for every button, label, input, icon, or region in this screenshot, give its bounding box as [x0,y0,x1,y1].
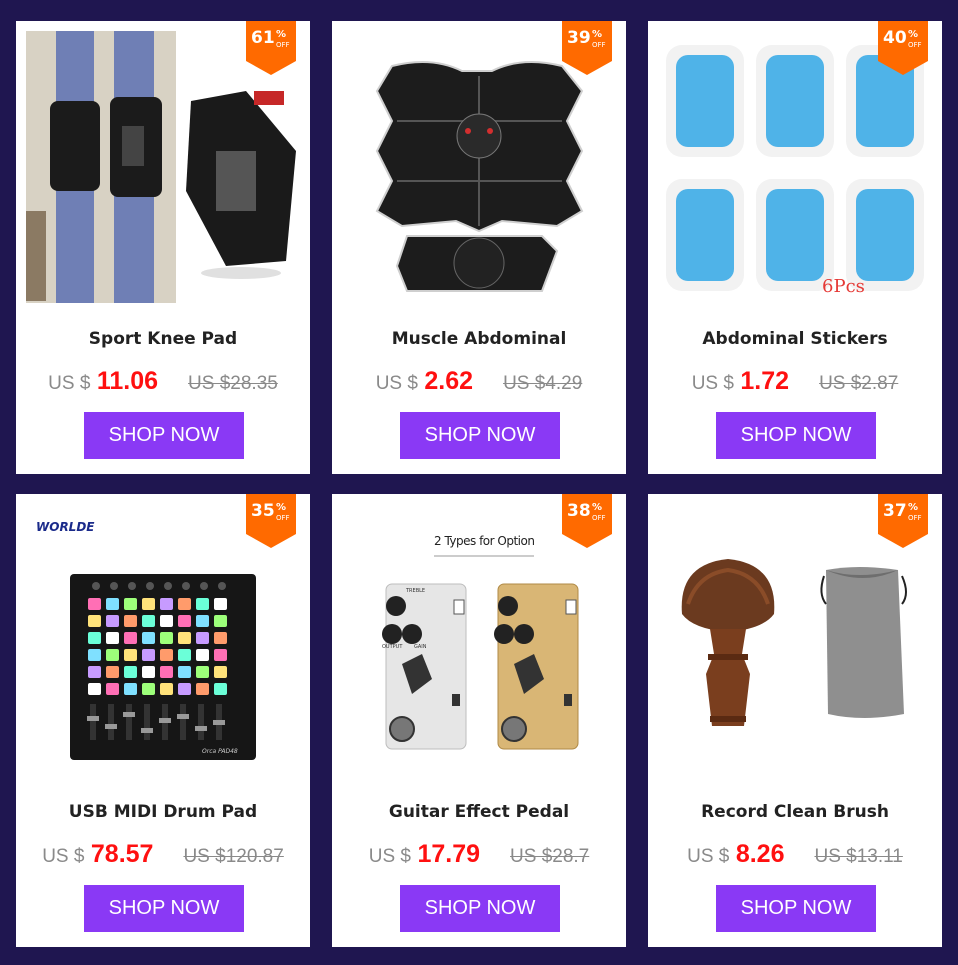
price-row: US $ 1.72 US $2.87 [648,367,942,396]
current-price: US $ 78.57 [42,840,153,869]
shop-now-button[interactable]: SHOP NOW [400,412,560,459]
discount-badge: 61 % OFF [246,21,296,75]
product-title[interactable]: Record Clean Brush [648,802,942,822]
currency: US $ [48,373,91,394]
product-title[interactable]: Abdominal Stickers [648,329,942,349]
price-value: 78.57 [90,840,154,868]
off-label: OFF [592,514,606,522]
product-card-muscle-abdominal[interactable]: 39 % OFF Muscle Abdominal US $ 2.62 US $… [332,21,626,474]
product-card-guitar-pedal[interactable]: 2 Types for Option TREBLE OUTPUT GAIN 38… [332,494,626,947]
percent-sign: % [908,29,919,40]
percent-sign: % [908,502,919,513]
shop-now-button[interactable]: SHOP NOW [716,412,876,459]
pedal-label-output: OUTPUT [382,644,403,650]
original-price: US $120.87 [183,846,284,867]
percent-sign: % [276,29,287,40]
original-price: US $2.87 [819,373,899,394]
price-value: 2.62 [424,367,474,395]
price-row: US $ 2.62 US $4.29 [332,367,626,396]
shop-now-button[interactable]: SHOP NOW [400,885,560,932]
product-card-clean-brush[interactable]: 37 % OFF Record Clean Brush US $ 8.26 US… [648,494,942,947]
product-title[interactable]: Sport Knee Pad [16,329,310,349]
discount-value: 37 [883,501,907,521]
original-price: US $4.29 [503,373,583,394]
off-label: OFF [908,514,922,522]
original-price: US $28.7 [510,846,590,867]
off-label: OFF [908,41,922,49]
off-label: OFF [276,41,290,49]
current-price: US $ 1.72 [692,367,789,396]
image-caption: 6Pcs [822,276,865,297]
product-card-knee-pad[interactable]: 61 % OFF Sport Knee Pad US $ 11.06 US $2… [16,21,310,474]
price-value: 1.72 [740,367,790,395]
original-price: US $28.35 [188,373,278,394]
product-title[interactable]: Guitar Effect Pedal [332,802,626,822]
current-price: US $ 8.26 [687,840,784,869]
discount-value: 61 [251,28,275,48]
currency: US $ [368,846,411,867]
off-label: OFF [592,41,606,49]
discount-badge: 38 % OFF [562,494,612,548]
off-label: OFF [276,514,290,522]
percent-sign: % [592,29,603,40]
percent-sign: % [276,502,287,513]
shop-now-button[interactable]: SHOP NOW [716,885,876,932]
price-row: US $ 8.26 US $13.11 [648,840,942,869]
price-value: 11.06 [96,367,159,395]
price-row: US $ 17.79 US $28.7 [332,840,626,869]
shop-now-button[interactable]: SHOP NOW [84,412,244,459]
product-title[interactable]: USB MIDI Drum Pad [16,802,310,822]
model-label: Orca PAD48 [202,748,238,755]
current-price: US $ 2.62 [376,367,473,396]
discount-badge: 40 % OFF [878,21,928,75]
discount-badge: 39 % OFF [562,21,612,75]
product-card-midi-drum-pad[interactable]: WORLDE Orca PAD48 35 % OFF USB MIDI Drum… [16,494,310,947]
discount-value: 38 [567,501,591,521]
pedal-label-treble: TREBLE [406,588,426,594]
discount-badge: 35 % OFF [246,494,296,548]
percent-sign: % [592,502,603,513]
discount-value: 40 [883,28,907,48]
price-row: US $ 78.57 US $120.87 [16,840,310,869]
currency: US $ [687,846,730,867]
currency: US $ [375,373,418,394]
discount-badge: 37 % OFF [878,494,928,548]
price-row: US $ 11.06 US $28.35 [16,367,310,396]
original-price: US $13.11 [814,846,903,867]
price-value: 17.79 [417,840,481,868]
currency: US $ [42,846,85,867]
current-price: US $ 11.06 [48,367,158,396]
pedal-label-gain: GAIN [414,644,427,650]
discount-value: 35 [251,501,275,521]
currency: US $ [691,373,734,394]
current-price: US $ 17.79 [369,840,480,869]
shop-now-button[interactable]: SHOP NOW [84,885,244,932]
product-card-abdominal-stickers[interactable]: 6Pcs 40 % OFF Abdominal Stickers US $ 1.… [648,21,942,474]
discount-value: 39 [567,28,591,48]
price-value: 8.26 [735,840,785,868]
product-title[interactable]: Muscle Abdominal [332,329,626,349]
